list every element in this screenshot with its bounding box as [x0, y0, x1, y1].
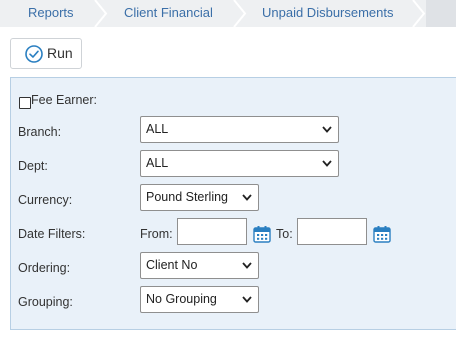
run-button-label: Run	[47, 45, 73, 61]
grouping-select[interactable]: No Grouping	[140, 286, 259, 313]
ordering-label: Ordering:	[18, 261, 71, 275]
check-circle-icon	[25, 45, 43, 63]
chevron-down-icon	[242, 194, 252, 201]
chevron-down-icon	[322, 160, 332, 167]
date-filters-label: Date Filters:	[18, 227, 86, 241]
breadcrumb: Reports Client Financial Unpaid Disburse…	[0, 0, 456, 27]
dept-select-value: ALL	[146, 156, 169, 170]
branch-select[interactable]: ALL	[140, 116, 339, 143]
breadcrumb-separator	[233, 0, 247, 27]
breadcrumb-item-reports[interactable]: Reports	[28, 0, 74, 27]
breadcrumb-item-unpaid-disbursements[interactable]: Unpaid Disbursements	[262, 0, 394, 27]
dept-label: Dept:	[18, 159, 48, 173]
breadcrumb-tail	[426, 0, 456, 27]
breadcrumb-separator	[94, 0, 108, 27]
currency-label: Currency:	[18, 193, 73, 207]
run-button[interactable]: Run	[10, 38, 82, 69]
chevron-down-icon	[242, 262, 252, 269]
calendar-icon[interactable]	[253, 225, 271, 243]
grouping-select-value: No Grouping	[146, 292, 217, 306]
fee-earner-checkbox[interactable]	[19, 97, 31, 109]
currency-select-value: Pound Sterling	[146, 190, 229, 204]
chevron-down-icon	[242, 296, 252, 303]
ordering-select[interactable]: Client No	[140, 252, 259, 279]
chevron-down-icon	[322, 126, 332, 133]
currency-select[interactable]: Pound Sterling	[140, 184, 259, 211]
ordering-select-value: Client No	[146, 258, 198, 272]
from-date-input[interactable]	[177, 218, 247, 245]
to-label: To:	[276, 227, 293, 241]
dept-select[interactable]: ALL	[140, 150, 339, 177]
to-date-input[interactable]	[297, 218, 367, 245]
from-label: From:	[140, 227, 173, 241]
branch-select-value: ALL	[146, 122, 169, 136]
fee-earner-label: Fee Earner:	[31, 93, 98, 107]
breadcrumb-item-client-financial[interactable]: Client Financial	[124, 0, 213, 27]
calendar-icon[interactable]	[373, 225, 391, 243]
branch-label: Branch:	[18, 125, 62, 139]
grouping-label: Grouping:	[18, 295, 73, 309]
breadcrumb-separator	[412, 0, 426, 27]
